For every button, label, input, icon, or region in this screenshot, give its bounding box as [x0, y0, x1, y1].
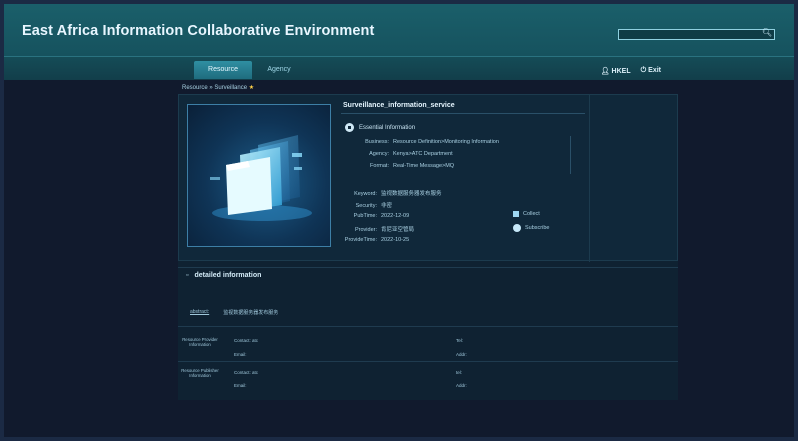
provider-addr: Addr: — [456, 352, 467, 357]
meta-key: PubTime: — [353, 213, 377, 219]
resource-image — [187, 104, 331, 247]
info-value: Kenya>ATC Department — [393, 151, 453, 157]
nav-bar: Resource Agency 👤︎ HKEL ⏻ Exit — [4, 56, 794, 80]
detail-title: detailed information — [194, 272, 262, 279]
meta-row: Security: 非密 — [341, 201, 392, 209]
section-icon: ▫ — [186, 272, 189, 279]
info-key: Format: — [370, 163, 389, 169]
collect-label: Collect — [523, 211, 540, 217]
publisher-addr: Addr: — [456, 383, 467, 388]
essential-info-box: Business: Resource Definition>Monitoring … — [349, 136, 571, 174]
search-input[interactable] — [619, 30, 763, 39]
column-divider — [589, 95, 590, 262]
user-name: HKEL — [611, 68, 631, 75]
meta-value: 2022-12-09 — [381, 213, 410, 219]
meta-row: Keyword: 监视数据服务器发布服务 — [341, 189, 442, 197]
info-row: Business: Resource Definition>Monitoring … — [349, 139, 499, 145]
publisher-info-label: Resource Publisher Information — [181, 368, 219, 378]
info-value: Resource Definition>Monitoring Informati… — [393, 139, 499, 145]
meta-value: 监视数据服务器发布服务 — [381, 191, 442, 197]
tab-agency[interactable]: Agency — [254, 61, 304, 79]
collect-button[interactable]: Collect — [513, 211, 540, 217]
app-title: East Africa Information Collaborative En… — [22, 23, 375, 39]
publisher-contact: Contact: atc — [234, 370, 259, 375]
meta-row: ProvideTime: 2022-10-25 — [341, 237, 409, 243]
app-header: East Africa Information Collaborative En… — [4, 4, 794, 56]
publisher-tel: tel: — [456, 370, 463, 375]
meta-key: Provider: — [354, 227, 377, 233]
essential-info-heading: Essential Information — [345, 123, 415, 132]
favorite-star-icon[interactable]: ★ — [249, 85, 254, 91]
user-icon: 👤︎ — [600, 68, 610, 75]
meta-row: PubTime: 2022-12-09 — [341, 213, 409, 219]
breadcrumb: Resource » Surveillance ★ — [182, 84, 254, 91]
detail-heading: ▫ detailed information — [186, 272, 261, 279]
info-row: Agency: Kenya>ATC Department — [349, 151, 453, 157]
info-row: Format: Real-Time Message>MQ — [349, 163, 454, 169]
meta-key: Security: — [355, 203, 377, 209]
row-divider — [178, 326, 678, 327]
user-menu[interactable]: 👤︎ HKEL — [601, 67, 631, 75]
publisher-email: Email: — [234, 383, 247, 388]
meta-key: Keyword: — [354, 191, 377, 197]
provider-contact: Contact: atc — [234, 338, 259, 343]
abstract-row: abstract: 监视数据服务器发布服务 — [190, 309, 278, 316]
breadcrumb-path[interactable]: Resource » Surveillance — [182, 85, 247, 91]
info-value: Real-Time Message>MQ — [393, 163, 455, 169]
info-icon — [345, 123, 354, 132]
app-window: East Africa Information Collaborative En… — [4, 4, 794, 437]
tab-resource[interactable]: Resource — [194, 61, 252, 79]
subscribe-label: Subscribe — [525, 225, 550, 231]
abstract-value: 监视数据服务器发布服务 — [223, 310, 279, 316]
section-divider — [178, 267, 678, 268]
exit-button[interactable]: ⏻ Exit — [641, 67, 661, 75]
essential-label: Essential Information — [359, 124, 416, 131]
provider-info-label: Resource Provider Information — [182, 337, 218, 347]
meta-value: 肯尼亚空管局 — [381, 227, 415, 233]
search-box[interactable]: 🔍︎ — [618, 28, 775, 40]
meta-value: 2022-10-25 — [381, 237, 410, 243]
info-key: Business: — [365, 139, 389, 145]
subscribe-button[interactable]: Subscribe — [513, 224, 549, 232]
exit-label: Exit — [648, 67, 661, 74]
abstract-label: abstract: — [190, 309, 210, 315]
subscribe-icon — [513, 224, 521, 232]
row-divider — [178, 361, 678, 362]
info-key: Agency: — [369, 151, 389, 157]
title-divider — [341, 113, 585, 114]
resource-summary: Surveillance_information_service Essenti… — [178, 94, 678, 262]
collect-icon — [513, 211, 519, 217]
meta-value: 非密 — [381, 203, 393, 209]
user-area: 👤︎ HKEL ⏻ Exit — [601, 67, 661, 75]
resource-panel: Surveillance_information_service Essenti… — [178, 94, 678, 400]
meta-row: Provider: 肯尼亚空管局 — [341, 225, 414, 233]
search-icon[interactable]: 🔍︎ — [762, 28, 772, 37]
folders-illustration-icon — [210, 135, 312, 221]
meta-key: ProvideTime: — [344, 237, 377, 243]
provider-email: Email: — [234, 352, 247, 357]
provider-tel: Tel: — [456, 338, 464, 343]
service-title: Surveillance_information_service — [343, 102, 455, 109]
power-icon: ⏻ — [640, 67, 647, 74]
